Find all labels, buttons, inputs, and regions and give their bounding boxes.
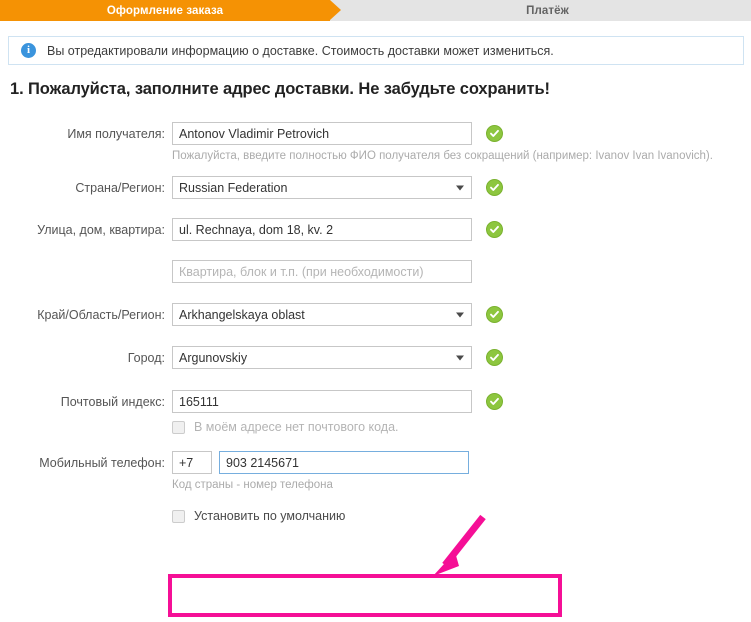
region-field-col: Arkhangelskaya oblast [172,303,751,326]
field-row-apartment [0,260,751,283]
valid-check-icon [486,349,503,366]
phone-hint: Код страны - номер телефона [172,479,333,491]
phone-country-code-input[interactable] [172,451,212,474]
street-label: Улица, дом, квартира: [37,223,165,237]
street-field-col [172,218,751,241]
valid-check-icon [486,306,503,323]
city-label: Город: [127,351,165,365]
phone-inputs [172,451,751,474]
valid-check-icon [486,393,503,410]
phone-number-input[interactable] [219,451,469,474]
step-payment-label: Платёж [526,4,569,17]
info-icon: i [21,43,36,58]
city-field-col: Argunovskiy [172,346,751,369]
shipping-info-banner-text: Вы отредактировали информацию о доставке… [47,43,554,58]
country-label: Страна/Регион: [75,181,165,195]
valid-check-icon [486,125,503,142]
apartment-input[interactable] [172,260,472,283]
no-postcode-checkbox[interactable] [172,420,185,434]
field-row-city: Город: Argunovskiy [0,346,751,369]
field-row-recipient: Имя получателя: Пожалуйста, введите полн… [0,122,751,162]
country-select-value: Russian Federation [179,180,288,195]
checkout-shipping-address-page: Оформление заказа Платёж i Вы отредактир… [0,0,751,622]
city-select-value: Argunovskiy [179,350,248,365]
set-default-row[interactable]: Установить по умолчанию [172,509,751,523]
step-chevron-icon [330,0,341,20]
set-default-label: Установить по умолчанию [194,509,346,523]
chevron-down-icon [456,312,464,317]
chevron-down-icon [456,355,464,360]
valid-check-icon [486,179,503,196]
postcode-label: Почтовый индекс: [60,395,165,409]
valid-check-icon [486,221,503,238]
apartment-label-spacer [0,260,172,265]
recipient-input[interactable] [172,122,472,145]
region-select-value: Arkhangelskaya oblast [179,307,305,322]
region-select[interactable]: Arkhangelskaya oblast [172,303,472,326]
field-row-country: Страна/Регион: Russian Federation [0,176,751,199]
recipient-label: Имя получателя: [67,127,165,141]
checkout-steps: Оформление заказа Платёж [0,0,751,21]
city-select[interactable]: Argunovskiy [172,346,472,369]
no-postcode-label: В моём адресе нет почтового кода. [194,420,399,434]
chevron-down-icon [456,185,464,190]
shipping-info-banner: i Вы отредактировали информацию о достав… [8,36,744,65]
postcode-field-col: В моём адресе нет почтового кода. [172,390,751,434]
step-payment[interactable]: Платёж [330,0,751,21]
form-actions: Сохранить и впредь доставлять по этому а… [0,571,751,622]
step-order-checkout[interactable]: Оформление заказа [0,0,341,21]
shipping-address-form: Имя получателя: Пожалуйста, введите полн… [0,122,751,523]
page-title: 1. Пожалуйста, заполните адрес доставки.… [10,80,550,98]
field-row-phone: Мобильный телефон: Код страны - номер те… [0,451,751,523]
postcode-input[interactable] [172,390,472,413]
country-field-col: Russian Federation [172,176,751,199]
field-row-postcode: Почтовый индекс: В моём адресе нет почто… [0,390,751,434]
country-select[interactable]: Russian Federation [172,176,472,199]
recipient-field-col: Пожалуйста, введите полностью ФИО получа… [172,122,751,162]
phone-label: Мобильный телефон: [39,456,165,470]
step-order-checkout-label: Оформление заказа [106,4,224,17]
region-label: Край/Область/Регион: [37,308,165,322]
street-input[interactable] [172,218,472,241]
recipient-hint: Пожалуйста, введите полностью ФИО получа… [172,150,713,162]
phone-field-col: Код страны - номер телефона Установить п… [172,451,751,523]
set-default-checkbox[interactable] [172,509,185,523]
no-postcode-row[interactable]: В моём адресе нет почтового кода. [172,420,751,434]
field-row-region: Край/Область/Регион: Arkhangelskaya obla… [0,303,751,326]
apartment-field-col [172,260,751,283]
field-row-street: Улица, дом, квартира: [0,218,751,241]
